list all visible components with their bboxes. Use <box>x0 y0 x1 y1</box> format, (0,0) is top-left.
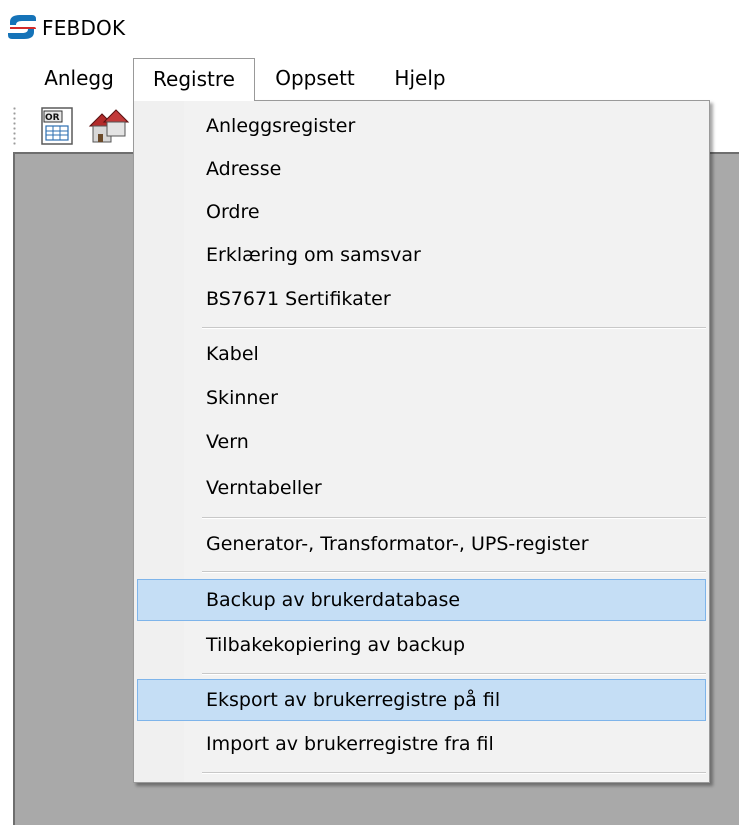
menu-oppsett[interactable]: Oppsett <box>257 58 373 100</box>
menu-separator <box>202 673 706 675</box>
order-document-icon: OR <box>41 107 73 145</box>
menu-item-bs7671-sertifikater[interactable]: BS7671 Sertifikater <box>137 278 706 320</box>
menu-item-eksport-av-brukerregistre[interactable]: Eksport av brukerregistre på fil <box>137 679 706 721</box>
menu-bar: Anlegg Registre Oppsett Hjelp <box>0 58 739 101</box>
menu-hjelp[interactable]: Hjelp <box>375 58 465 100</box>
menu-separator <box>202 571 706 573</box>
order-button[interactable]: OR <box>36 104 80 148</box>
menu-item-kabel[interactable]: Kabel <box>137 333 706 375</box>
menu-item-generator-transformator-ups-register[interactable]: Generator-, Transformator-, UPS-register <box>137 523 706 565</box>
registre-dropdown-menu: Anleggsregister Adresse Ordre Erklæring … <box>133 100 710 783</box>
menu-separator <box>202 517 706 519</box>
window-title: FEBDOK <box>42 16 126 40</box>
menu-separator <box>202 327 706 329</box>
menu-item-adresse[interactable]: Adresse <box>137 148 706 190</box>
installation-houses-icon <box>88 109 130 143</box>
menu-anlegg[interactable]: Anlegg <box>24 58 134 100</box>
menu-item-verntabeller[interactable]: Verntabeller <box>137 467 706 509</box>
menu-separator <box>202 772 706 774</box>
menu-item-ordre[interactable]: Ordre <box>137 191 706 233</box>
installation-button[interactable] <box>86 104 130 148</box>
febdok-logo-icon <box>8 15 36 39</box>
menu-item-skinner[interactable]: Skinner <box>137 377 706 419</box>
menu-registre[interactable]: Registre <box>133 58 255 101</box>
menu-item-tilbakekopiering-av-backup[interactable]: Tilbakekopiering av backup <box>137 624 706 666</box>
menu-item-anleggsregister[interactable]: Anleggsregister <box>137 105 706 147</box>
toolbar-grip[interactable] <box>13 106 16 146</box>
menu-item-vern[interactable]: Vern <box>137 421 706 463</box>
menu-item-erklaering-om-samsvar[interactable]: Erklæring om samsvar <box>137 234 706 276</box>
svg-text:OR: OR <box>45 113 60 123</box>
title-bar: FEBDOK <box>0 0 739 58</box>
menu-item-import-av-brukerregistre[interactable]: Import av brukerregistre fra fil <box>137 723 706 765</box>
menu-item-backup-av-brukerdatabase[interactable]: Backup av brukerdatabase <box>137 579 706 621</box>
